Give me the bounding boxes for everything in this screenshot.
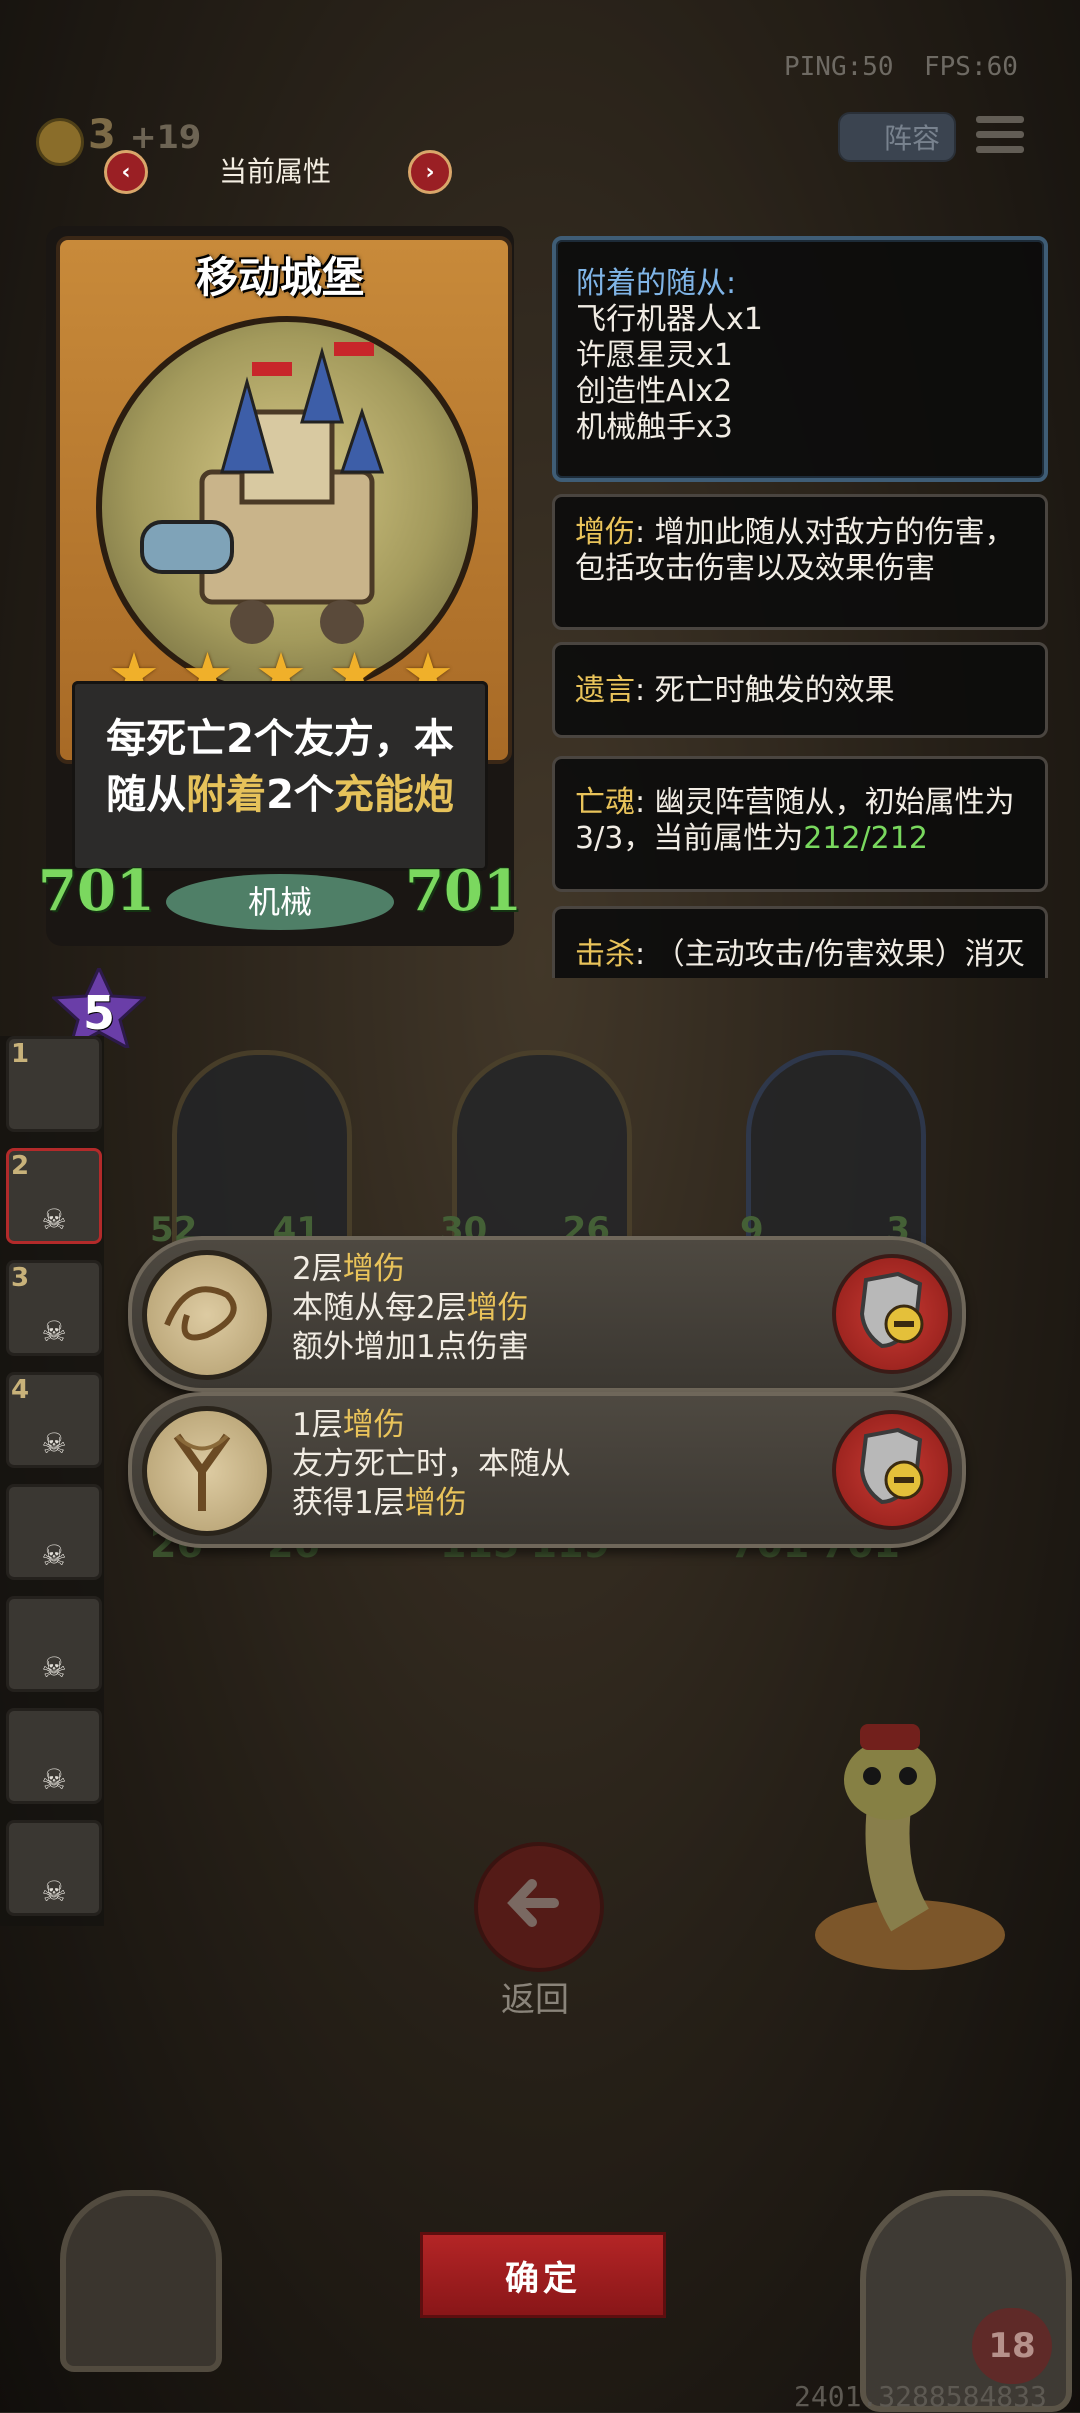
roster-player[interactable]: 2 ☠ <box>6 1148 102 1244</box>
roster-player[interactable]: 1 <box>6 1036 102 1132</box>
attached-item: 机械触手x3 <box>576 410 733 445</box>
shield-minus-icon <box>859 1427 924 1505</box>
keyword-name: 击杀 <box>575 937 635 972</box>
effect-text: 2层增伤 本随从每2层增伤 额外增加1点伤害 <box>292 1251 529 1365</box>
tribe-label: 机械 <box>166 874 394 930</box>
keyword-separator: : <box>635 673 655 708</box>
remove-effect-button[interactable] <box>832 1254 952 1374</box>
player-roster: 1 2 ☠ 3 ☠ 4 ☠ ☠ ☠ ☠ ☠ <box>0 1036 104 1926</box>
keyword-name: 亡魂 <box>575 785 635 820</box>
attached-item: 许愿星灵x1 <box>576 338 733 373</box>
keyword-panel-undead: 亡魂: 幽灵阵营随从，初始属性为3/3，当前属性为212/212 <box>552 756 1048 892</box>
skull-icon: ☠ <box>41 1315 67 1348</box>
back-button[interactable] <box>474 1842 604 1972</box>
keyword-panel-damage-boost: 增伤: 增加此随从对敌方的伤害，包括攻击伤害以及效果伤害 <box>552 494 1048 630</box>
roster-player[interactable]: ☠ <box>6 1484 102 1580</box>
hero-avatar[interactable] <box>860 2190 1072 2412</box>
roster-player[interactable]: ☠ <box>6 1820 102 1916</box>
confirm-button[interactable]: 确定 <box>420 2232 666 2318</box>
slingshot-icon <box>142 1406 272 1536</box>
lineup-button[interactable]: 阵容 <box>838 112 956 162</box>
roster-player[interactable]: ☠ <box>6 1596 102 1692</box>
next-arrow-button[interactable]: › <box>408 150 452 194</box>
effect-text: 1层增伤 友方死亡时，本随从 获得1层增伤 <box>292 1407 571 1521</box>
attack-value: 701 <box>38 858 155 924</box>
gold-coin-icon <box>36 118 84 166</box>
attached-item: 创造性AIx2 <box>576 374 733 409</box>
keyword-separator: : <box>635 937 655 972</box>
keyword-name: 增伤 <box>575 515 635 550</box>
arrow-left-icon <box>507 1879 559 1927</box>
remove-effect-button[interactable] <box>832 1410 952 1530</box>
ping-text: PING:50 <box>784 52 894 82</box>
effect-row: 1层增伤 友方死亡时，本随从 获得1层增伤 <box>128 1392 966 1548</box>
roster-player[interactable]: ☠ <box>6 1708 102 1804</box>
attached-item: 飞行机器人x1 <box>576 302 763 337</box>
skull-icon: ☠ <box>41 1427 67 1460</box>
minion-card: 移动城堡 ★ ★ ★ ★ ★ 每死亡2个友方，本 随从附着2个充能炮 701 机… <box>38 226 522 946</box>
skull-icon: ☠ <box>41 1651 67 1684</box>
roster-player[interactable]: 4 ☠ <box>6 1372 102 1468</box>
card-name: 移动城堡 <box>195 253 364 302</box>
skull-icon: ☠ <box>41 1763 67 1796</box>
keyword-desc: 死亡时触发的效果 <box>654 673 895 708</box>
keyword-panel-kill: 击杀: （主动攻击/伤害效果）消灭 <box>552 906 1048 978</box>
tier-number: 5 <box>82 986 115 1040</box>
skull-icon: ☠ <box>41 1875 67 1908</box>
keyword-panel-deathrattle: 遗言: 死亡时触发的效果 <box>552 642 1048 738</box>
skull-icon: ☠ <box>41 1203 67 1236</box>
fps-text: FPS:60 <box>924 52 1018 82</box>
effect-row: 2层增伤 本随从每2层增伤 额外增加1点伤害 <box>128 1236 966 1392</box>
roster-player[interactable]: 3 ☠ <box>6 1260 102 1356</box>
avatar-frame-left <box>60 2190 222 2372</box>
hero-health: 18 <box>972 2308 1052 2384</box>
card-description-box: 每死亡2个友方，本 随从附着2个充能炮 <box>72 681 488 871</box>
attached-title: 附着的随从: <box>576 266 737 301</box>
version-text: 2401.3288584833 <box>794 2380 1047 2413</box>
gold-display: 3 +19 <box>88 112 202 158</box>
back-label: 返回 <box>501 1980 569 2020</box>
menu-icon[interactable] <box>976 116 1024 158</box>
card-description: 每死亡2个友方，本 随从附着2个充能炮 <box>106 716 454 818</box>
attached-minions-panel: 附着的随从: 飞行机器人x1 许愿星灵x1 创造性AIx2 机械触手x3 <box>552 236 1048 482</box>
keyword-separator: : <box>635 785 655 820</box>
card-stats: 701 机械 701 <box>38 856 522 936</box>
prev-arrow-button[interactable]: ‹ <box>104 150 148 194</box>
skull-icon: ☠ <box>41 1539 67 1572</box>
rope-icon <box>142 1250 272 1380</box>
keyword-name: 遗言 <box>575 673 635 708</box>
keyword-desc-stat: 212/212 <box>803 821 928 856</box>
page-title: 当前属性 <box>218 155 331 188</box>
keyword-separator: : <box>635 515 655 550</box>
keyword-desc: （主动攻击/伤害效果）消灭 <box>654 937 1025 972</box>
shield-minus-icon <box>859 1271 924 1349</box>
health-value: 701 <box>405 858 522 924</box>
